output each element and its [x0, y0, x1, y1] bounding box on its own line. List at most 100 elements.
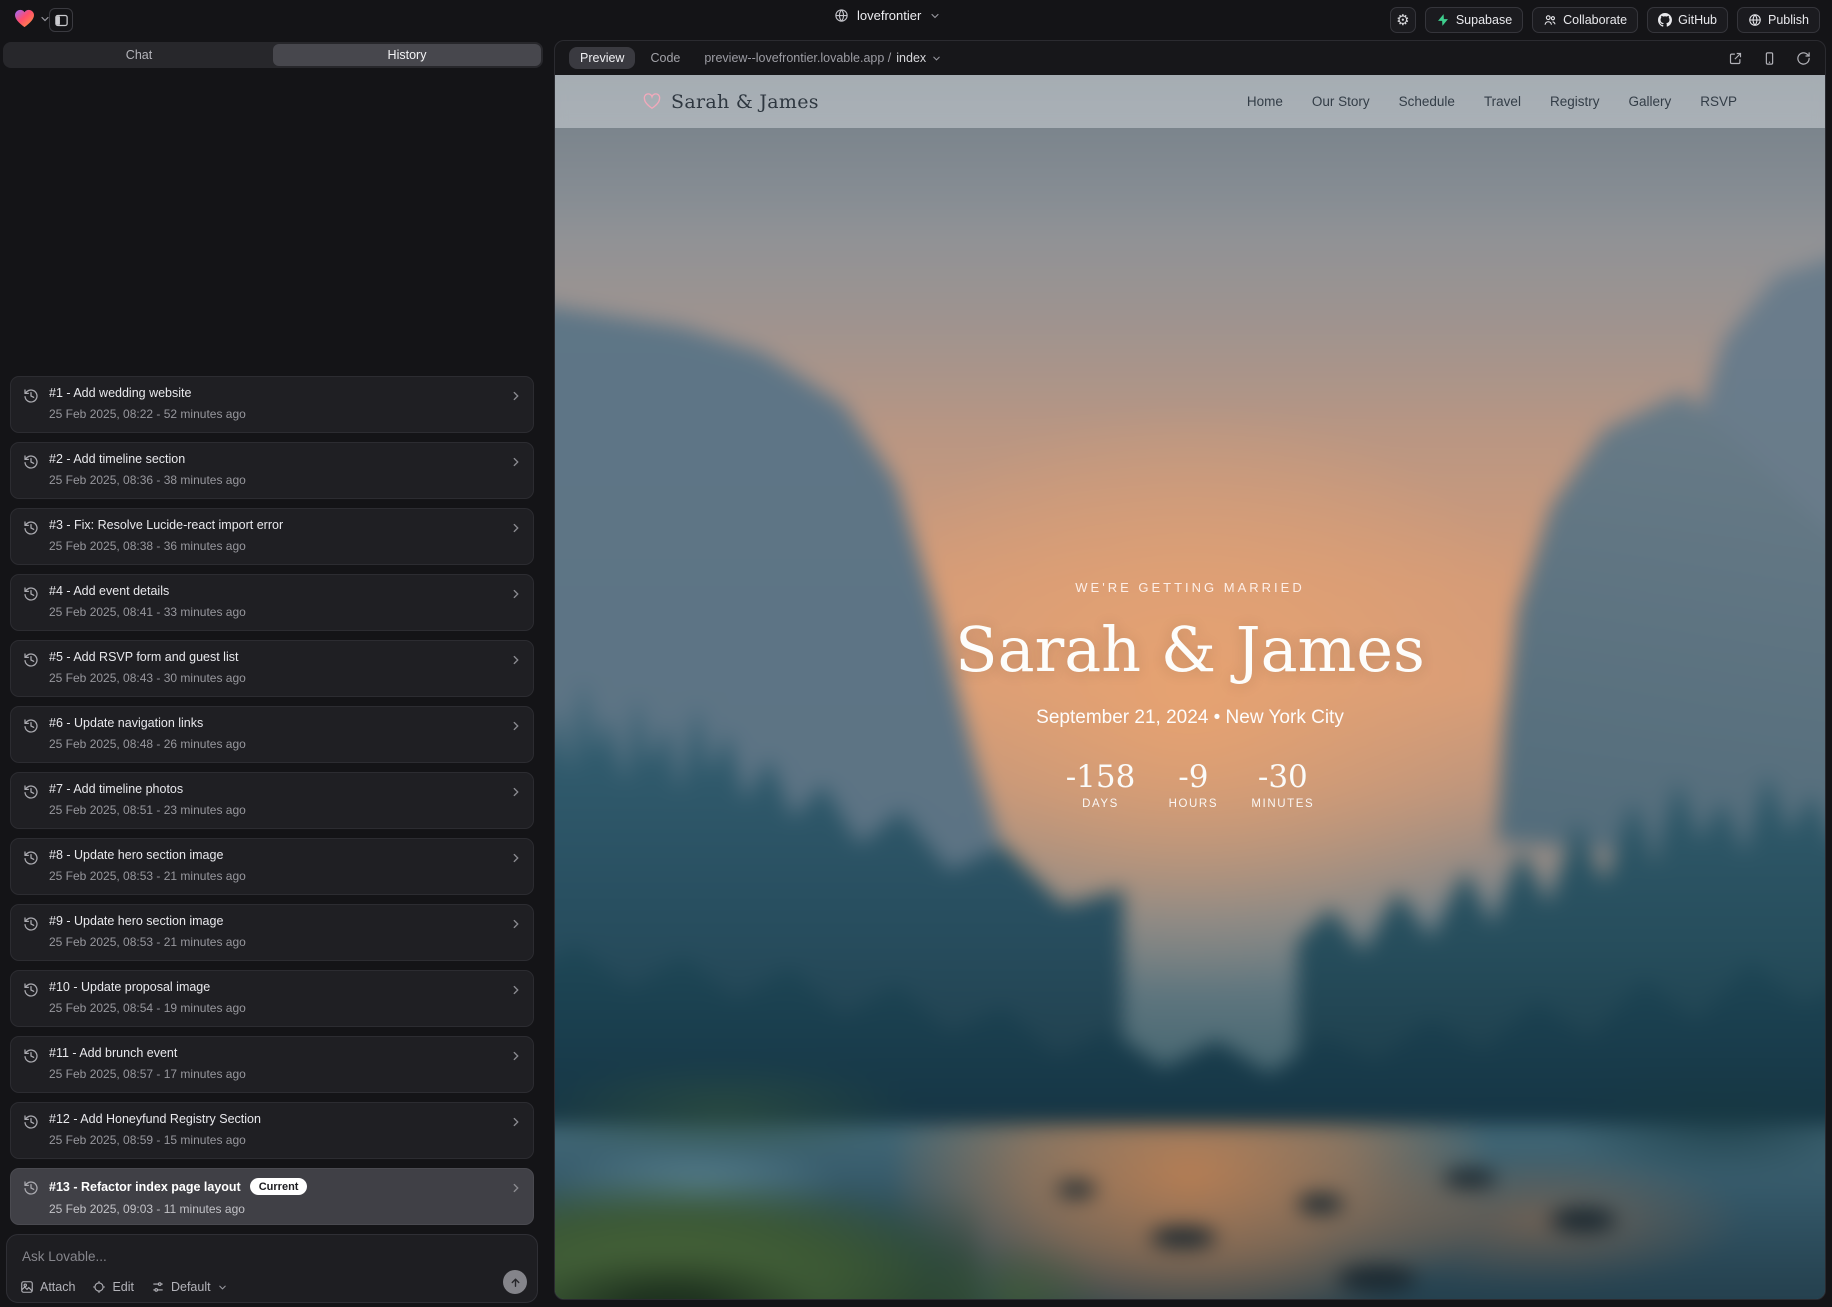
tab-history[interactable]: History — [273, 44, 541, 66]
history-item[interactable]: #6 - Update navigation links 25 Feb 2025… — [10, 706, 534, 763]
settings-button[interactable]: ⚙ — [1390, 7, 1416, 33]
site-brand[interactable]: Sarah & James — [643, 91, 819, 113]
chevron-right-icon[interactable] — [509, 455, 523, 469]
heart-outline-icon — [643, 93, 661, 110]
refresh-icon[interactable] — [1796, 51, 1811, 66]
composer-actions: Attach Edit Default — [20, 1280, 228, 1294]
open-external-icon[interactable] — [1728, 51, 1743, 66]
history-item[interactable]: #13 - Refactor index page layout Current… — [10, 1168, 534, 1225]
nav-link[interactable]: RSVP — [1700, 94, 1737, 109]
gear-icon: ⚙ — [1396, 13, 1409, 28]
history-item[interactable]: #9 - Update hero section image 25 Feb 20… — [10, 904, 534, 961]
chevron-right-icon[interactable] — [509, 983, 523, 997]
countdown-value: -158 — [1066, 759, 1136, 795]
chevron-right-icon[interactable] — [509, 1049, 523, 1063]
countdown-unit: -30 MINUTES — [1251, 759, 1314, 810]
nav-link[interactable]: Travel — [1484, 94, 1521, 109]
history-item-timestamp: 25 Feb 2025, 08:43 - 30 minutes ago — [49, 671, 499, 685]
site-header: Sarah & James Home Our Story Schedule Trave… — [555, 75, 1825, 128]
history-item-timestamp: 25 Feb 2025, 08:53 - 21 minutes ago — [49, 869, 499, 883]
edit-button[interactable]: Edit — [92, 1280, 134, 1294]
image-icon — [20, 1280, 34, 1294]
publish-button[interactable]: Publish — [1737, 7, 1820, 33]
collaborate-button[interactable]: Collaborate — [1532, 7, 1638, 33]
attach-button[interactable]: Attach — [20, 1280, 75, 1294]
chevron-right-icon[interactable] — [509, 851, 523, 865]
history-item[interactable]: #2 - Add timeline section 25 Feb 2025, 0… — [10, 442, 534, 499]
history-item[interactable]: #10 - Update proposal image 25 Feb 2025,… — [10, 970, 534, 1027]
github-label: GitHub — [1678, 13, 1717, 27]
history-item-timestamp: 25 Feb 2025, 08:48 - 26 minutes ago — [49, 737, 499, 751]
collaborate-label: Collaborate — [1563, 13, 1627, 27]
chevron-right-icon[interactable] — [509, 389, 523, 403]
history-clock-icon — [23, 652, 39, 668]
mobile-view-icon[interactable] — [1762, 51, 1777, 66]
chevron-down-icon — [931, 53, 942, 64]
nav-link[interactable]: Home — [1247, 94, 1283, 109]
crosshair-icon — [92, 1280, 106, 1294]
history-item[interactable]: #8 - Update hero section image 25 Feb 20… — [10, 838, 534, 895]
toggle-sidebar-button[interactable] — [49, 8, 73, 32]
current-badge: Current — [250, 1178, 308, 1195]
history-clock-icon — [23, 784, 39, 800]
countdown: -158 DAYS -9 HOURS -30 MINUTES — [555, 759, 1825, 810]
chevron-right-icon[interactable] — [509, 719, 523, 733]
history-item-title: #1 - Add wedding website — [49, 386, 191, 400]
nav-link[interactable]: Our Story — [1312, 94, 1370, 109]
preview-url[interactable]: preview--lovefrontier.lovable.app / inde… — [704, 51, 942, 65]
chevron-right-icon[interactable] — [509, 1181, 523, 1195]
edit-label: Edit — [112, 1280, 134, 1294]
chevron-right-icon[interactable] — [509, 785, 523, 799]
history-item-timestamp: 25 Feb 2025, 08:59 - 15 minutes ago — [49, 1133, 499, 1147]
tab-chat[interactable]: Chat — [5, 44, 273, 66]
sidebar: Chat History #1 - Add wedding website 25… — [0, 40, 545, 1307]
history-item-title: #6 - Update navigation links — [49, 716, 203, 730]
history-item-title: #4 - Add event details — [49, 584, 169, 598]
github-button[interactable]: GitHub — [1647, 7, 1728, 33]
history-clock-icon — [23, 1114, 39, 1130]
history-clock-icon — [23, 388, 39, 404]
history-item[interactable]: #3 - Fix: Resolve Lucide-react import er… — [10, 508, 534, 565]
code-tab[interactable]: Code — [650, 51, 680, 65]
history-item-text: #7 - Add timeline photos 25 Feb 2025, 08… — [49, 782, 499, 817]
chevron-down-icon — [929, 10, 941, 22]
github-icon — [1658, 13, 1672, 27]
countdown-label: HOURS — [1163, 798, 1223, 810]
mode-select[interactable]: Default — [151, 1280, 228, 1294]
history-item[interactable]: #1 - Add wedding website 25 Feb 2025, 08… — [10, 376, 534, 433]
history-item-timestamp: 25 Feb 2025, 08:36 - 38 minutes ago — [49, 473, 499, 487]
history-item-title: #2 - Add timeline section — [49, 452, 185, 466]
lovable-logo-menu[interactable] — [14, 9, 51, 28]
history-item[interactable]: #11 - Add brunch event 25 Feb 2025, 08:5… — [10, 1036, 534, 1093]
nav-link[interactable]: Schedule — [1399, 94, 1455, 109]
chevron-right-icon[interactable] — [509, 1115, 523, 1129]
chevron-right-icon[interactable] — [509, 521, 523, 535]
chevron-right-icon[interactable] — [509, 587, 523, 601]
hero-eyebrow: WE'RE GETTING MARRIED — [555, 580, 1825, 595]
countdown-unit: -158 DAYS — [1066, 759, 1136, 810]
history-item-text: #11 - Add brunch event 25 Feb 2025, 08:5… — [49, 1046, 499, 1081]
preview-tab[interactable]: Preview — [569, 47, 635, 69]
ask-lovable-input[interactable] — [22, 1246, 522, 1266]
history-item[interactable]: #12 - Add Honeyfund Registry Section 25 … — [10, 1102, 534, 1159]
history-item[interactable]: #4 - Add event details 25 Feb 2025, 08:4… — [10, 574, 534, 631]
send-button[interactable] — [503, 1270, 527, 1294]
history-item-text: #10 - Update proposal image 25 Feb 2025,… — [49, 980, 499, 1015]
chevron-right-icon[interactable] — [509, 653, 523, 667]
chevron-right-icon[interactable] — [509, 917, 523, 931]
history-item[interactable]: #5 - Add RSVP form and guest list 25 Feb… — [10, 640, 534, 697]
history-item-timestamp: 25 Feb 2025, 08:57 - 17 minutes ago — [49, 1067, 499, 1081]
nav-link[interactable]: Gallery — [1628, 94, 1671, 109]
history-clock-icon — [23, 1048, 39, 1064]
history-item[interactable]: #7 - Add timeline photos 25 Feb 2025, 08… — [10, 772, 534, 829]
history-item-timestamp: 25 Feb 2025, 08:54 - 19 minutes ago — [49, 1001, 499, 1015]
preview-toolbar: Preview Code preview--lovefrontier.lovab… — [555, 41, 1825, 75]
supabase-button[interactable]: Supabase — [1425, 7, 1523, 33]
nav-link[interactable]: Registry — [1550, 94, 1600, 109]
users-icon — [1543, 13, 1557, 27]
preview-toolbar-actions — [1728, 51, 1811, 66]
project-selector[interactable]: lovefrontier — [834, 8, 941, 23]
website-preview: Sarah & James Home Our Story Schedule Trave… — [555, 75, 1825, 1299]
history-item-title: #13 - Refactor index page layout — [49, 1180, 241, 1194]
history-item-text: #13 - Refactor index page layout Current… — [49, 1178, 499, 1216]
